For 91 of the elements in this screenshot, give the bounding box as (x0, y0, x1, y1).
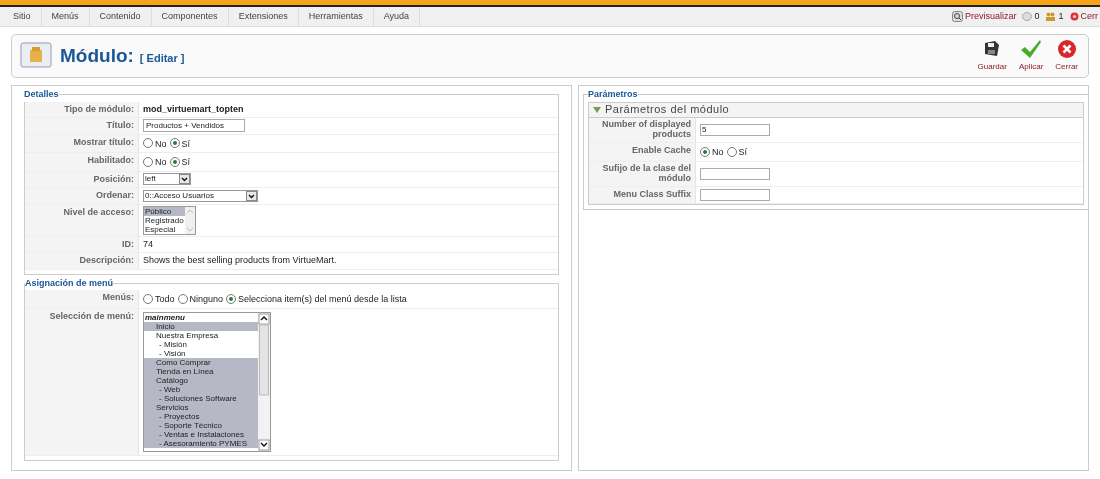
magnifier-icon[interactable] (951, 11, 963, 22)
radio-label: Sí (738, 146, 748, 159)
field-label: Descripción: (79, 255, 134, 265)
radio-label: Sí (181, 137, 191, 151)
page-subtitle: [ Editar ] (139, 50, 185, 66)
scrollbar[interactable] (258, 312, 270, 451)
field-value: Shows the best selling products from VirtueMart. (143, 254, 337, 267)
menu-group-label: mainmenu (144, 312, 186, 322)
section-legend: Asignación de menú (25, 276, 113, 290)
text-input[interactable]: Productos + Vendidos (143, 119, 245, 133)
dropdown-caret-icon[interactable] (246, 190, 257, 201)
menu-item[interactable]: Contenido (89, 7, 152, 26)
field-label: Number of displayed products (601, 118, 691, 139)
menu-option[interactable]: - Web (144, 384, 258, 394)
menu-item[interactable]: Ayuda (373, 7, 421, 26)
field-value: 74 (143, 237, 153, 251)
field-label: Sufijo de la clase del módulo (601, 162, 691, 183)
field-label: Mostrar título: (73, 136, 134, 147)
text-input[interactable]: 5 (700, 123, 770, 136)
menu-option[interactable]: Inicio (144, 321, 258, 331)
field-label: Posición: (93, 173, 134, 184)
menu-option[interactable]: - Asesoramiento PYMES (144, 438, 258, 448)
dropdown[interactable]: 0::Acceso Usuarios (143, 189, 258, 202)
field-label: Ordenar: (96, 190, 134, 200)
field-label: Título: (106, 120, 134, 130)
radio-button[interactable] (177, 293, 188, 304)
section-legend: Detalles (24, 88, 59, 102)
page-title: Módulo: (60, 43, 134, 68)
radio-button[interactable] (143, 293, 153, 304)
field-label: Habilitado: (87, 155, 134, 165)
field-label: Menús: (102, 292, 134, 302)
radio-label: Sí (181, 156, 191, 169)
radio-button[interactable] (726, 146, 737, 157)
field-label: ID: (122, 238, 134, 249)
radio-button[interactable] (169, 138, 180, 149)
radio-button[interactable] (169, 156, 180, 167)
close-icon (1056, 39, 1077, 59)
menu-item[interactable]: Herramientas (298, 7, 374, 26)
radio-button[interactable] (143, 156, 153, 167)
menu-option[interactable]: Catálogo (144, 375, 258, 385)
menu-option[interactable]: - Soporte Técnico (144, 420, 258, 430)
radio-button[interactable] (143, 138, 153, 149)
preview-link[interactable]: Previsualizar (964, 9, 1017, 24)
list-option[interactable]: Registrado (144, 215, 185, 225)
toolbar-button[interactable]: Guardar (975, 39, 1009, 73)
message-count[interactable]: 0 (1034, 9, 1040, 24)
menu-option[interactable]: Como Comprar (144, 357, 258, 367)
text-input[interactable] (700, 167, 770, 180)
expand-triangle-icon[interactable] (593, 106, 601, 113)
dropdown-caret-icon[interactable] (179, 174, 190, 185)
field-label: Selección de menú: (49, 310, 134, 321)
menu-option[interactable]: Tienda en Línea (144, 366, 258, 376)
text-input[interactable] (700, 188, 770, 201)
checkmark-icon (1020, 39, 1043, 59)
menu-item[interactable]: Extensiones (228, 7, 299, 26)
menu-option[interactable]: - Proyectos (144, 411, 258, 421)
menu-listbox[interactable] (143, 311, 271, 452)
logout-link[interactable]: Cerr (1080, 9, 1098, 24)
user-count[interactable]: 1 (1058, 9, 1064, 24)
dropdown[interactable]: left (143, 173, 191, 186)
scrollbar[interactable] (185, 206, 195, 234)
listbox[interactable]: Público Registrado Especial (143, 205, 196, 235)
field-value: mod_virtuemart_topten (143, 102, 244, 116)
radio-button[interactable] (700, 146, 710, 157)
menu-option[interactable]: - Soluciones Software (144, 393, 258, 403)
section-title[interactable]: Parámetros del módulo (605, 101, 730, 118)
list-option[interactable]: Especial (144, 224, 185, 234)
field-label: Nivel de acceso: (63, 206, 134, 217)
users-icon (1045, 12, 1057, 21)
logout-icon (1069, 12, 1079, 21)
radio-label: Todo (155, 293, 175, 306)
field-label: Enable Cache (631, 145, 691, 155)
toolbar-button[interactable]: Cerrar (1053, 39, 1080, 73)
radio-button[interactable] (226, 293, 237, 304)
radio-label: No (155, 137, 167, 151)
section-legend: Parámetros (588, 88, 638, 102)
menu-item[interactable]: Sitio (3, 7, 42, 26)
radio-label: Selecciona item(s) del menú desde la lista (238, 293, 407, 306)
list-option[interactable]: Público (144, 206, 185, 216)
field-label: Tipo de módulo: (64, 103, 134, 114)
menu-option[interactable]: Servicios (144, 402, 258, 412)
menu-item[interactable]: Menús (41, 7, 90, 26)
toolbar-button[interactable]: Aplicar (1016, 39, 1046, 73)
radio-label: Ninguno (189, 293, 224, 306)
menu-item[interactable]: Componentes (151, 7, 229, 26)
message-icon (1022, 12, 1033, 21)
menu-option[interactable]: - Ventas e Instalaciones (144, 429, 258, 439)
field-label: Menu Class Suffix (613, 189, 691, 199)
radio-label: No (155, 156, 167, 169)
radio-label: No (712, 146, 724, 159)
module-icon (20, 42, 52, 70)
